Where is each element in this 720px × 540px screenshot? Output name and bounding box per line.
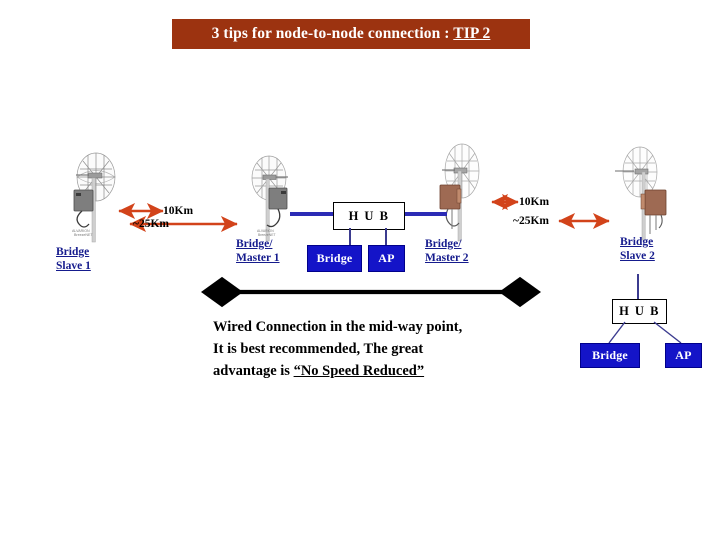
bridge-box-right: Bridge	[580, 343, 640, 368]
slide-canvas: 3 tips for node-to-node connection : TIP…	[0, 0, 720, 540]
hub-to-ap-connector-center	[385, 228, 387, 245]
caption-line-2: It is best recommended, The great	[213, 341, 424, 357]
node-label-bridge-master-2: Bridge/ Master 2	[425, 238, 469, 265]
hub-to-bridge-connector-right	[608, 321, 626, 344]
node-label-line1: Bridge	[620, 236, 654, 248]
hub-to-bridge-connector-center	[349, 228, 351, 245]
node-label-line2: Slave 1	[56, 259, 91, 272]
bridge-label: Bridge	[592, 348, 628, 362]
distance-label-right-10km: 10Km	[519, 196, 550, 208]
slave2-to-hub-connector-right	[637, 274, 639, 299]
bridge-label: Bridge	[316, 251, 353, 265]
bridge-box-center: Bridge	[307, 245, 362, 272]
node-label-line2: Master 1	[236, 251, 280, 264]
antenna-bridge-master-2	[439, 143, 480, 242]
node-label-bridge-master-1: Bridge/ Master 1	[236, 238, 280, 265]
caption-quote: “No Speed Reduced”	[293, 363, 425, 379]
ap-label: AP	[378, 251, 395, 265]
node-label-bridge-slave-1: Bridge Slave 1	[56, 246, 91, 273]
page-title: 3 tips for node-to-node connection : TIP…	[212, 25, 491, 43]
wired-connection-caption: Wired Connection in the mid-way point, I…	[213, 316, 543, 382]
antenna-bridge-slave-1: ALVARION BreezeNET	[72, 152, 116, 243]
caption-line-3-prefix: advantage is	[213, 363, 294, 379]
node-label-line2: Slave 2	[620, 249, 655, 262]
hub-to-ap-connector-right	[653, 321, 682, 344]
antenna-bridge-master-1: ALVARION BreezeNET	[251, 155, 288, 242]
ap-box-center: AP	[368, 245, 405, 272]
antenna-bridge-slave-2	[615, 146, 667, 241]
distance-label-left-10km: 10Km	[163, 205, 194, 217]
hub-label: H U B	[619, 304, 660, 318]
distance-label-left-25km: ~25Km	[133, 218, 170, 230]
hub-box-center: H U B	[333, 202, 405, 230]
hub-box-right: H U B	[612, 299, 667, 324]
hub-label: H U B	[348, 208, 390, 223]
page-title-emphasis: TIP 2	[453, 25, 491, 42]
node-label-line1: Bridge/	[236, 238, 273, 250]
node-label-line1: Bridge	[56, 246, 90, 258]
page-title-banner: 3 tips for node-to-node connection : TIP…	[172, 19, 530, 49]
ap-label: AP	[675, 348, 692, 362]
node-label-line1: Bridge/	[425, 238, 462, 250]
node-label-bridge-slave-2: Bridge Slave 2	[620, 236, 655, 263]
ap-box-right: AP	[665, 343, 702, 368]
page-title-main: 3 tips for node-to-node connection :	[211, 25, 454, 42]
wired-link-left-segment	[290, 212, 335, 216]
distance-label-right-25km: ~25Km	[513, 215, 550, 227]
caption-line-1: Wired Connection in the mid-way point,	[213, 319, 463, 335]
svg-text:BreezeNET: BreezeNET	[74, 233, 93, 237]
caption-line-3: advantage is “No Speed Reduced”	[213, 360, 543, 382]
svg-text:BreezeNET: BreezeNET	[258, 233, 276, 237]
wired-link-right-segment	[402, 212, 447, 216]
node-label-line2: Master 2	[425, 251, 469, 264]
